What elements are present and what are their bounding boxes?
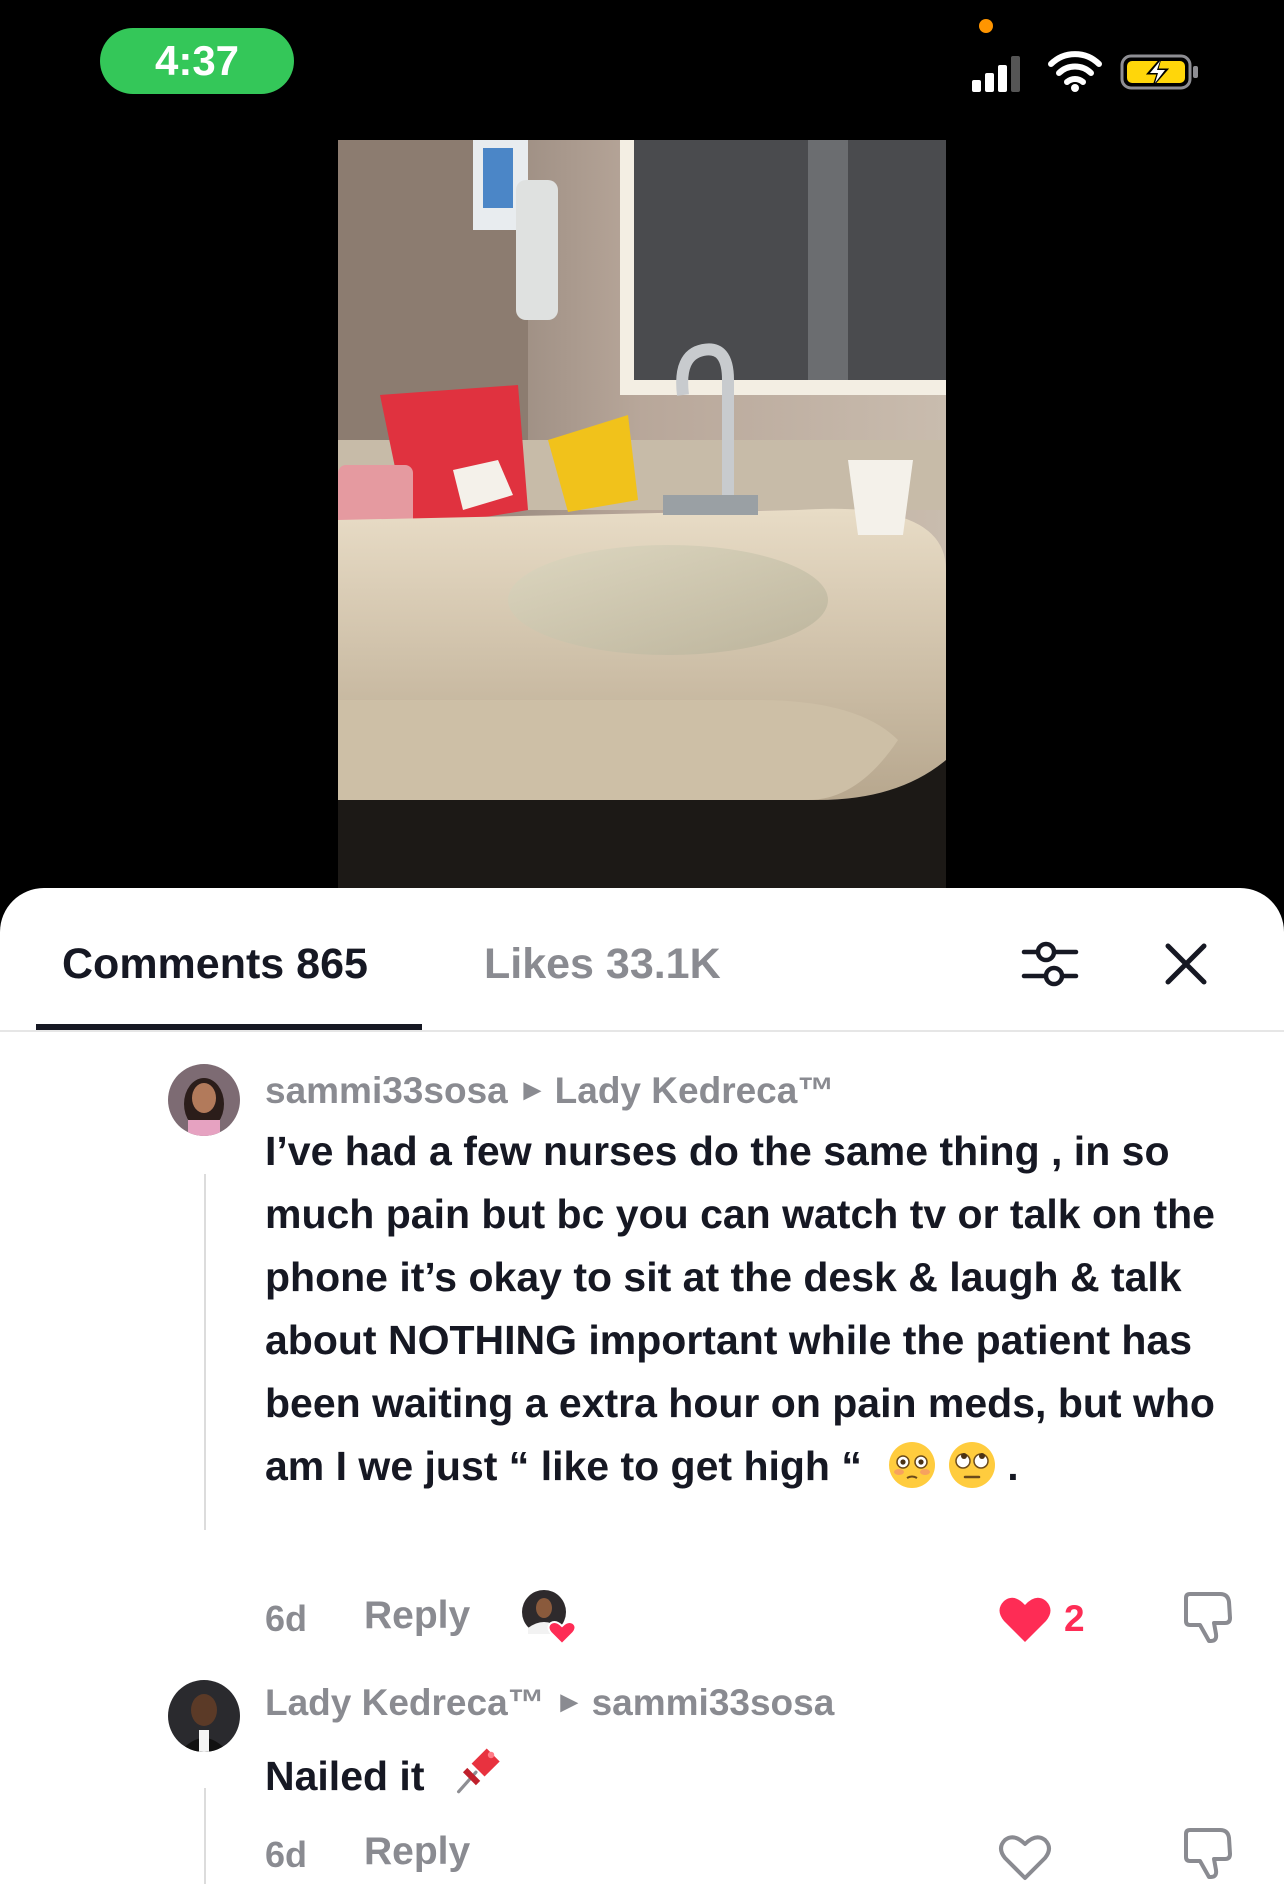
flushed-face-emoji	[889, 1442, 936, 1488]
comment-meta: sammi33sosa ▶ Lady Kedreca™	[265, 1070, 834, 1112]
avatar[interactable]	[168, 1680, 240, 1752]
creator-liked-icon	[522, 1590, 577, 1646]
thumbs-down-icon[interactable]	[1178, 1588, 1236, 1646]
cellular-signal-icon	[972, 56, 1020, 92]
comment-time: 6d	[265, 1598, 308, 1639]
eye-roll-emoji	[949, 1442, 996, 1488]
like-count: 2	[1064, 1598, 1085, 1639]
wifi-icon	[1048, 51, 1102, 92]
thread-line	[204, 1788, 206, 1884]
avatar[interactable]	[168, 1064, 240, 1136]
battery-charging-icon	[1120, 54, 1198, 90]
comment-author[interactable]: Lady Kedreca™	[265, 1682, 545, 1723]
sliders-icon[interactable]	[1018, 932, 1082, 996]
close-icon[interactable]	[1154, 932, 1218, 996]
reply-arrow-icon: ▶	[523, 1077, 541, 1102]
sink-photo	[338, 140, 946, 888]
reply-arrow-icon: ▶	[560, 1689, 578, 1714]
privacy-indicator-dot	[979, 19, 993, 33]
reply-button[interactable]: Reply	[364, 1594, 470, 1638]
reply-to-user[interactable]: Lady Kedreca™	[555, 1070, 835, 1111]
video-player[interactable]	[338, 140, 946, 888]
tab-bar: Comments 865 Likes 33.1K	[0, 888, 1284, 1032]
reply-to-user[interactable]: sammi33sosa	[592, 1682, 835, 1723]
tab-likes[interactable]: Likes 33.1K	[484, 940, 721, 989]
status-time[interactable]: 4:37	[100, 28, 294, 94]
status-bar: 4:37	[0, 0, 1284, 120]
comment-time: 6d	[265, 1834, 308, 1875]
pushpin-emoji	[456, 1748, 500, 1794]
heart-filled-icon[interactable]	[998, 1594, 1052, 1644]
comment-text: I’ve had a few nurses do the same thing …	[265, 1120, 1260, 1498]
thread-line	[204, 1174, 206, 1530]
comment-body: Nailed it	[265, 1753, 425, 1799]
comment-text: Nailed it	[265, 1742, 1260, 1808]
comment-author[interactable]: sammi33sosa	[265, 1070, 508, 1111]
active-tab-underline	[36, 1024, 422, 1030]
reply-button[interactable]: Reply	[364, 1830, 470, 1874]
comment-body: I’ve had a few nurses do the same thing …	[265, 1128, 1215, 1489]
tab-comments[interactable]: Comments 865	[62, 940, 368, 989]
comments-sheet: Comments 865 Likes 33.1K sammi33sosa ▶ Lad…	[0, 888, 1284, 1884]
heart-outline-icon[interactable]	[998, 1832, 1052, 1882]
thumbs-down-icon[interactable]	[1178, 1824, 1236, 1882]
comment-meta: Lady Kedreca™ ▶ sammi33sosa	[265, 1682, 834, 1724]
comment-trailing: .	[1007, 1443, 1019, 1489]
